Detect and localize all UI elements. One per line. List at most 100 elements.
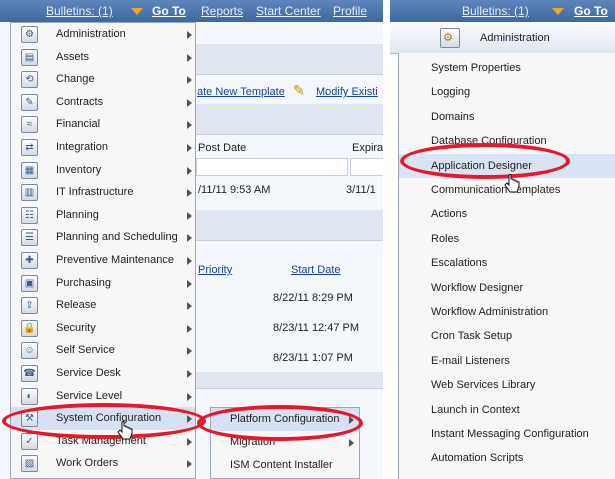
create-template-link[interactable]: ate New Template xyxy=(197,86,285,98)
menu-item-label: Security xyxy=(56,321,96,334)
admin-item-workflow-administration[interactable]: Workflow Administration xyxy=(399,300,615,324)
admin-item-e-mail-listeners[interactable]: E-mail Listeners xyxy=(399,349,615,373)
menu-item-label: Purchasing xyxy=(56,276,112,289)
submenu-item-migration[interactable]: Migration xyxy=(211,431,359,454)
admin-item-roles[interactable]: Roles xyxy=(399,227,615,251)
menu-item-planning[interactable]: ☷ Planning xyxy=(11,204,195,227)
menu-item-financial[interactable]: ≈ Financial xyxy=(11,113,195,136)
administration-submenu: System Properties Logging Domains Database … xyxy=(398,53,615,479)
menu-item-release[interactable]: ⇪ Release xyxy=(11,294,195,317)
post-date-filter[interactable] xyxy=(196,158,348,176)
submenu-arrow-icon xyxy=(187,324,192,333)
menu-item-label: Administration xyxy=(56,28,126,40)
menu-item-task-management[interactable]: ✓ Task Management xyxy=(11,430,195,453)
start-center-link[interactable]: Start Center xyxy=(256,4,321,18)
menu-item-preventive-maintenance[interactable]: ✚ Preventive Maintenance xyxy=(11,249,195,272)
menu-item-service-desk[interactable]: ☎ Service Desk xyxy=(11,362,195,385)
it-infrastructure-icon: ▥ xyxy=(21,184,38,202)
admin-item-instant-messaging-configuration[interactable]: Instant Messaging Configuration xyxy=(399,422,615,446)
submenu-arrow-icon xyxy=(187,166,192,175)
admin-icon: ⚙ xyxy=(21,26,38,43)
bulletins-link[interactable]: Bulletins: (1) xyxy=(46,4,113,18)
planning-scheduling-icon: ☰ xyxy=(21,229,38,247)
submenu-arrow-icon xyxy=(187,53,192,62)
menu-item-change[interactable]: ⟲ Change xyxy=(11,68,195,91)
admin-item-label: Application Designer xyxy=(431,159,532,172)
profile-link[interactable]: Profile xyxy=(333,4,367,18)
menu-item-label: Contracts xyxy=(56,95,104,108)
admin-item-label: Escalations xyxy=(431,257,488,270)
submenu-arrow-icon xyxy=(187,234,192,243)
integration-icon: ⇄ xyxy=(21,139,38,156)
contracts-icon: ✎ xyxy=(21,93,38,111)
work-orders-icon: ▧ xyxy=(21,455,38,473)
admin-item-database-configuration[interactable]: Database Configuration xyxy=(399,129,615,153)
financial-icon: ≈ xyxy=(21,116,38,134)
admin-item-label: Workflow Designer xyxy=(431,281,524,294)
priority-header[interactable]: Priority xyxy=(198,264,232,276)
menu-item-integration[interactable]: ⇄ Integration xyxy=(11,136,195,159)
assets-icon: ▤ xyxy=(21,48,38,66)
left-screenshot: Bulletins: (1) Go To Reports Start Cente… xyxy=(0,0,383,479)
menu-item-service-level[interactable]: ◐ Service Level xyxy=(11,385,195,408)
menu-item-label: Planning xyxy=(56,208,99,221)
admin-item-escalations[interactable]: Escalations xyxy=(399,251,615,275)
admin-item-label: Launch in Context xyxy=(431,403,520,416)
admin-item-label: Roles xyxy=(431,232,460,245)
start-date-value: 8/22/11 8:29 PM xyxy=(273,292,353,304)
submenu-arrow-icon xyxy=(187,76,192,85)
menu-item-administration[interactable]: ⚙ Administration xyxy=(11,23,195,46)
menu-item-label: Inventory xyxy=(56,163,102,176)
admin-item-launch-in-context[interactable]: Launch in Context xyxy=(399,398,615,422)
modify-template-link[interactable]: Modify Existi xyxy=(316,86,378,98)
expiration-filter[interactable] xyxy=(350,158,383,176)
admin-item-automation-scripts[interactable]: Automation Scripts xyxy=(399,446,615,470)
submenu-item-platform-configuration[interactable]: Platform Configuration xyxy=(211,408,359,431)
menu-item-planning-and-scheduling[interactable]: ☰ Planning and Scheduling xyxy=(11,226,195,249)
admin-item-domains[interactable]: Domains xyxy=(399,105,615,129)
submenu-item-label: Platform Configuration xyxy=(230,413,340,425)
goto-menu-button[interactable]: Go To xyxy=(152,4,186,18)
admin-item-label: Domains xyxy=(431,110,475,123)
menu-item-label: Service Level xyxy=(56,389,123,402)
start-date-header[interactable]: Start Date xyxy=(291,264,341,276)
admin-item-communication-templates[interactable]: Communication Templates xyxy=(399,178,615,202)
submenu-item-ism-content-installer[interactable]: ISM Content Installer xyxy=(211,454,359,477)
submenu-arrow-icon xyxy=(349,439,354,447)
admin-item-actions[interactable]: Actions xyxy=(399,202,615,226)
menu-item-self-service[interactable]: ☺ Self Service xyxy=(11,339,195,362)
menu-item-it-infrastructure[interactable]: ▥ IT Infrastructure xyxy=(11,181,195,204)
admin-item-label: E-mail Listeners xyxy=(431,354,510,367)
menu-item-system-configuration[interactable]: ⚒ System Configuration xyxy=(11,407,195,431)
admin-item-label: Database Configuration xyxy=(431,135,547,148)
goto-menu-button[interactable]: Go To xyxy=(574,4,608,18)
menu-item-purchasing[interactable]: ▣ Purchasing xyxy=(11,272,195,295)
menu-item-contracts[interactable]: ✎ Contracts xyxy=(11,91,195,114)
admin-item-label: Automation Scripts xyxy=(431,452,524,465)
admin-item-cron-task-setup[interactable]: Cron Task Setup xyxy=(399,324,615,348)
admin-item-logging[interactable]: Logging xyxy=(399,80,615,104)
admin-item-workflow-designer[interactable]: Workflow Designer xyxy=(399,276,615,300)
menu-item-label: Financial xyxy=(56,118,101,131)
menu-item-inventory[interactable]: ▦ Inventory xyxy=(11,159,195,182)
admin-item-web-services-library[interactable]: Web Services Library xyxy=(399,373,615,397)
post-date-header: Post Date xyxy=(198,142,247,154)
admin-item-system-properties[interactable]: System Properties xyxy=(399,56,615,80)
menu-item-security[interactable]: 🔒 Security xyxy=(11,317,195,340)
security-icon: 🔒 xyxy=(21,319,38,337)
bulletins-link[interactable]: Bulletins: (1) xyxy=(462,4,529,18)
reports-link[interactable]: Reports xyxy=(201,4,243,18)
submenu-arrow-icon xyxy=(187,302,192,311)
background-section-header-3 xyxy=(196,210,383,241)
administration-menu-header[interactable]: ⚙ Administration xyxy=(390,22,615,54)
menu-item-assets[interactable]: ▤ Assets xyxy=(11,46,195,69)
menu-item-work-orders[interactable]: ▧ Work Orders xyxy=(11,452,195,475)
system-configuration-icon: ⚒ xyxy=(21,410,38,428)
submenu-arrow-icon xyxy=(187,98,192,107)
submenu-arrow-icon xyxy=(187,347,192,356)
submenu-arrow-icon xyxy=(349,416,354,424)
admin-item-application-designer[interactable]: Application Designer xyxy=(399,153,615,178)
background-section-header xyxy=(196,44,383,75)
menu-item-label: Self Service xyxy=(56,344,115,357)
submenu-arrow-icon xyxy=(187,279,192,288)
